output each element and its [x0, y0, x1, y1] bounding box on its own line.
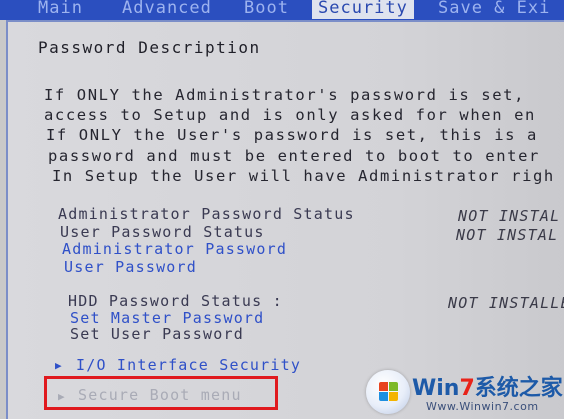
tab-main[interactable]: Main: [38, 0, 83, 19]
user-password-status-value: NOT INSTAL: [456, 226, 559, 244]
io-interface-security-item[interactable]: I/O Interface Security: [76, 356, 301, 374]
tab-boot[interactable]: Boot: [244, 0, 289, 19]
hdd-password-status-value: NOT INSTALLE: [448, 294, 564, 312]
user-password-status-label: User Password Status: [60, 223, 265, 241]
administrator-password-item[interactable]: Administrator Password: [62, 240, 287, 258]
tab-advanced[interactable]: Advanced: [122, 0, 212, 19]
highlight-box: [44, 376, 278, 410]
tab-security[interactable]: Security: [312, 0, 414, 19]
admin-password-status-label: Administrator Password Status: [58, 205, 355, 223]
section-title: Password Description: [38, 38, 261, 57]
admin-password-status-value: NOT INSTAL: [458, 207, 561, 225]
submenu-arrow-icon: ▶: [55, 359, 63, 372]
description-line: In Setup the User will have Administrato…: [52, 167, 555, 185]
watermark-logo: Win7系统之家 Www.Winwin7.com: [366, 368, 563, 418]
hdd-password-status-label: HDD Password Status :: [68, 292, 283, 310]
bios-menu-bar: Main Advanced Boot Security Save & Exi: [0, 0, 564, 20]
tab-save-exit[interactable]: Save & Exi: [438, 0, 550, 19]
user-password-item[interactable]: User Password: [64, 258, 197, 276]
description-line: If ONLY the User's password is set, this…: [46, 126, 538, 144]
windows-flag-icon: [366, 370, 410, 414]
description-line: If ONLY the Administrator's password is …: [44, 86, 525, 104]
set-user-password-item[interactable]: Set User Password: [70, 325, 244, 343]
watermark-brand: Win7系统之家: [412, 376, 563, 401]
description-line: password and must be entered to boot to …: [48, 147, 540, 165]
description-line: access to Setup and is only asked for wh…: [44, 106, 536, 124]
watermark-url: Www.Winwin7.com: [426, 400, 539, 413]
